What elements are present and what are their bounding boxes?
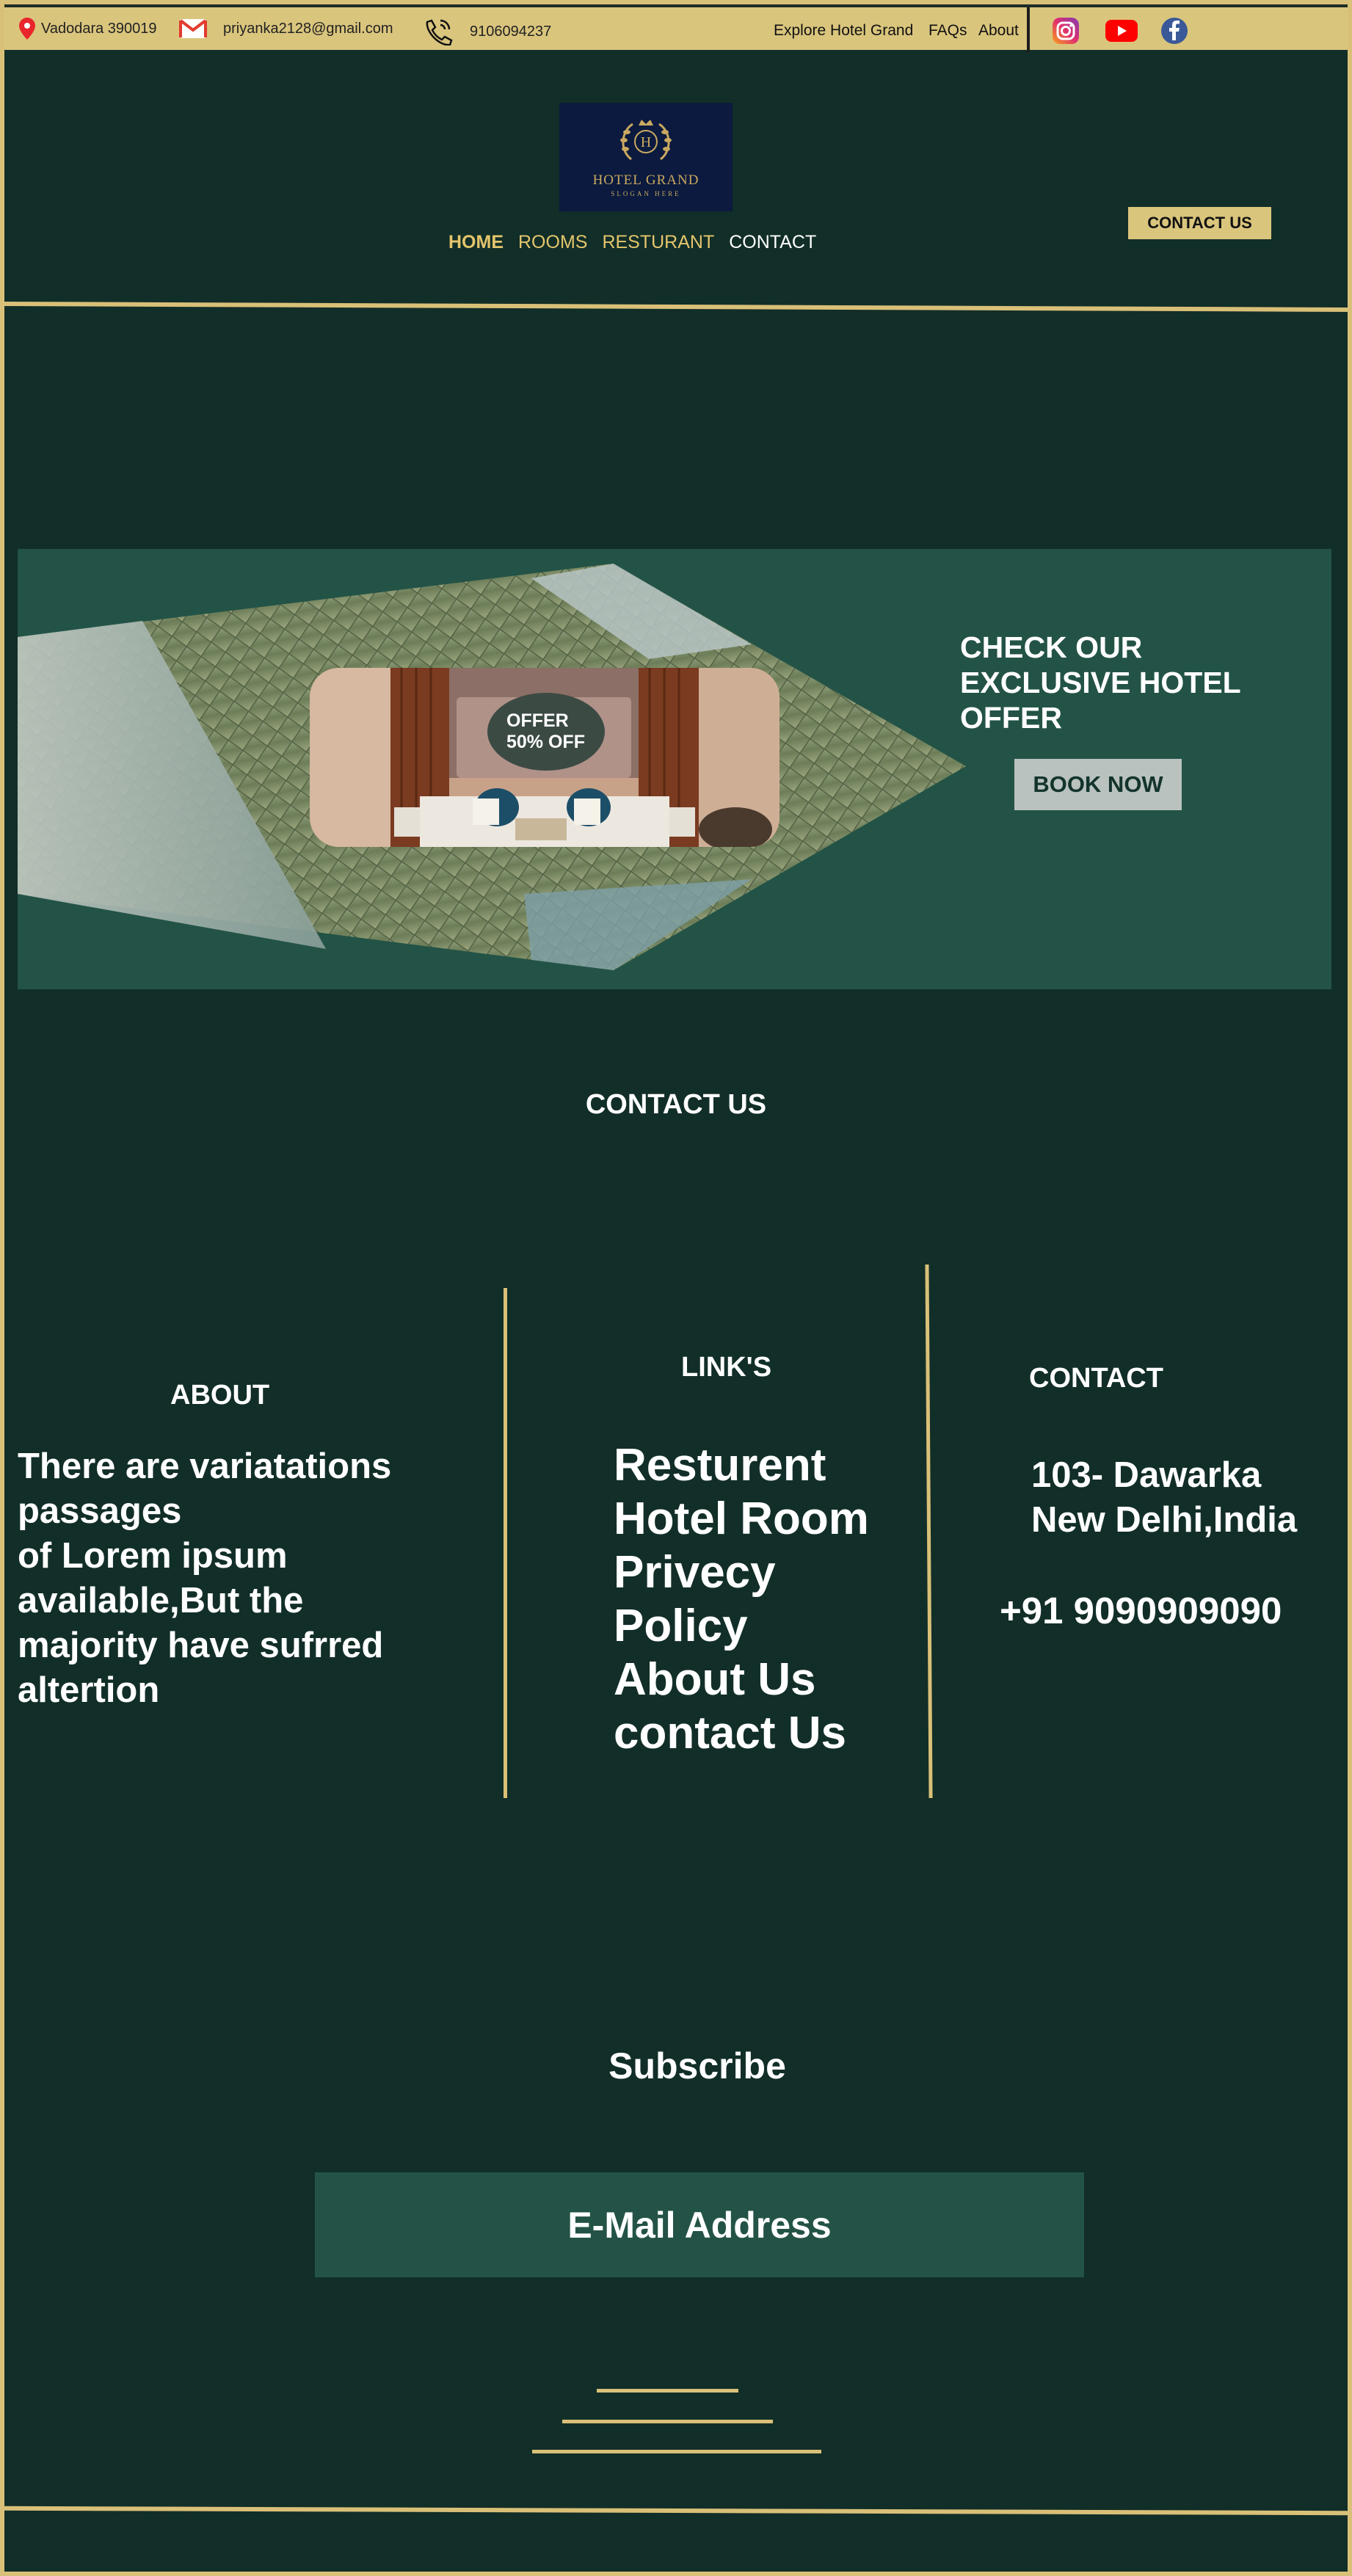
instagram-icon[interactable] [1051, 16, 1080, 46]
facebook-icon[interactable] [1160, 16, 1189, 46]
column-divider-left [504, 1288, 507, 1798]
email-text[interactable]: priyanka2128@gmail.com [223, 21, 393, 37]
subscribe-title: Subscribe [608, 2045, 786, 2086]
link-policy[interactable]: Policy [614, 1599, 869, 1653]
decorative-line-1 [597, 2389, 738, 2393]
column-divider-right [925, 1264, 933, 1799]
footer-links: Resturent Hotel Room Privecy Policy Abou… [614, 1438, 869, 1760]
phone-info[interactable]: 9106094237 [421, 18, 551, 46]
about-title: ABOUT [170, 1380, 270, 1411]
svg-text:H: H [641, 134, 651, 150]
links-title: LINK'S [681, 1352, 772, 1383]
contact-title: CONTACT [1029, 1363, 1163, 1394]
phone-text[interactable]: 9106094237 [470, 23, 551, 40]
about-link[interactable]: About [978, 22, 1019, 40]
crest-icon: H [620, 120, 672, 161]
contact-us-button[interactable]: CONTACT US [1128, 207, 1271, 239]
topbar-divider [1027, 7, 1030, 53]
logo-slogan: SLOGAN HERE [611, 190, 681, 197]
nav-resturant[interactable]: RESTURANT [602, 232, 714, 253]
offer-discount: 50% OFF [506, 732, 585, 752]
hero-title: CHECK OUR EXCLUSIVE HOTEL OFFER [960, 630, 1240, 735]
offer-badge: OFFER 50% OFF [487, 693, 605, 771]
gmail-icon [179, 19, 207, 38]
about-text: There are variatations passages of Lorem… [18, 1447, 392, 1710]
top-bar: Vadodara 390019 priyanka2128@gmail.com 9… [4, 4, 1348, 53]
contact-us-heading: CONTACT US [585, 1089, 767, 1120]
book-now-button[interactable]: BOOK NOW [1014, 759, 1182, 810]
header-divider [4, 302, 1349, 312]
link-contact-us[interactable]: contact Us [614, 1706, 869, 1760]
link-about-us[interactable]: About Us [614, 1653, 869, 1706]
email-address-input[interactable] [315, 2172, 1084, 2277]
footer-bottom-line [4, 2506, 1349, 2516]
phone-icon [426, 19, 453, 46]
nav-contact[interactable]: CONTACT [729, 232, 816, 253]
nav-home[interactable]: HOME [448, 232, 504, 253]
hotel-logo[interactable]: H HOTEL GRAND SLOGAN HERE [559, 103, 733, 211]
youtube-icon[interactable] [1104, 16, 1139, 46]
email-info[interactable]: priyanka2128@gmail.com [179, 18, 393, 40]
location-info: Vadodara 390019 [19, 18, 157, 40]
contact-phone[interactable]: +91 9090909090 [1000, 1589, 1282, 1632]
offer-label: OFFER [506, 710, 569, 731]
explore-hotel-link[interactable]: Explore Hotel Grand [774, 22, 913, 40]
location-text: Vadodara 390019 [41, 20, 157, 37]
map-pin-icon [19, 18, 35, 40]
main-nav: HOME ROOMS RESTURANT CONTACT [448, 232, 816, 253]
link-hotel-room[interactable]: Hotel Room [614, 1492, 869, 1546]
contact-address: 103- Dawarka New Delhi,India [1031, 1455, 1298, 1540]
link-privecy[interactable]: Privecy [614, 1546, 869, 1599]
logo-name: HOTEL GRAND [592, 172, 699, 188]
faqs-link[interactable]: FAQs [928, 22, 967, 40]
decorative-line-3 [532, 2450, 821, 2453]
decorative-line-2 [562, 2420, 773, 2423]
hero-offer-banner: OFFER 50% OFF CHECK OUR EXCLUSIVE HOTEL … [18, 549, 1331, 989]
nav-rooms[interactable]: ROOMS [518, 232, 587, 253]
link-resturent[interactable]: Resturent [614, 1438, 869, 1492]
